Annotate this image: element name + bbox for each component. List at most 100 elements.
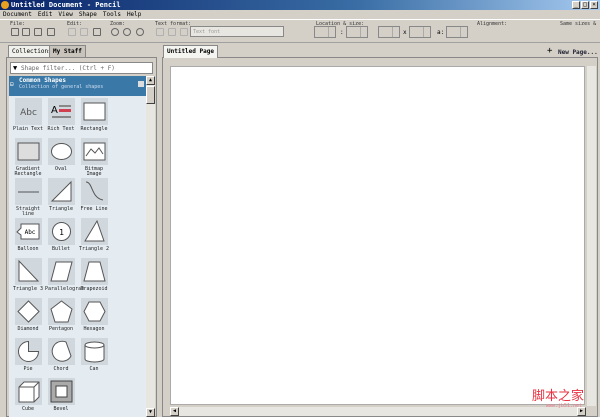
shape-item[interactable]: Bevel xyxy=(45,378,77,412)
pentagon-icon xyxy=(47,298,75,325)
zoom-fit-icon[interactable] xyxy=(111,28,119,36)
oval-icon xyxy=(47,138,75,165)
cube-icon xyxy=(14,378,42,405)
svg-text:A: A xyxy=(51,105,58,116)
shape-label: Plain Text xyxy=(12,126,44,132)
shape-item[interactable]: Free Line xyxy=(78,178,110,212)
menu-shape[interactable]: Shape xyxy=(79,10,97,19)
shape-item[interactable]: Gradient Rectangle xyxy=(12,138,44,177)
shape-label: Pie xyxy=(23,366,33,372)
shape-item[interactable]: Abc Balloon xyxy=(12,218,44,252)
shape-item[interactable]: 1 Bullet xyxy=(45,218,77,252)
italic-icon[interactable] xyxy=(168,28,176,36)
scroll-down-button[interactable]: ▼ xyxy=(146,408,155,417)
tab-untitled-page[interactable]: Untitled Page xyxy=(163,45,218,58)
new-page-button[interactable]: New Page... xyxy=(558,49,598,56)
underline-icon[interactable] xyxy=(180,28,188,36)
copy-icon[interactable] xyxy=(68,28,76,36)
shape-item[interactable]: A Rich Text xyxy=(45,98,77,132)
shape-item[interactable]: Trapezoid xyxy=(78,258,110,292)
shape-item[interactable]: Abc Plain Text xyxy=(12,98,44,132)
tab-my-staff[interactable]: My Staff xyxy=(49,45,86,57)
minimize-button[interactable]: _ xyxy=(572,1,580,9)
shape-list-scrollbar[interactable]: ▲ ▼ xyxy=(146,76,155,417)
menu-document[interactable]: Document xyxy=(3,10,32,19)
shape-label: Can xyxy=(89,366,99,372)
shape-item[interactable]: Triangle 2 xyxy=(78,218,110,252)
shape-label: Diamond xyxy=(17,326,39,332)
angle-spinner[interactable] xyxy=(446,26,468,38)
menu-edit[interactable]: Edit xyxy=(38,10,52,19)
shape-item[interactable]: Rectangle xyxy=(78,98,110,132)
app-icon xyxy=(1,1,9,9)
separator: a: xyxy=(437,29,445,36)
shape-item[interactable]: Chord xyxy=(45,338,77,372)
menu-view[interactable]: View xyxy=(58,10,72,19)
shape-item[interactable]: Hexagon xyxy=(78,298,110,332)
svg-text:1: 1 xyxy=(59,228,64,237)
collection-header[interactable]: Common Shapes Collection of general shap… xyxy=(9,76,146,96)
shape-item[interactable]: Can xyxy=(78,338,110,372)
shape-item[interactable]: Cube xyxy=(12,378,44,412)
can-icon xyxy=(80,338,108,365)
shape-item[interactable]: Diamond xyxy=(12,298,44,332)
scroll-left-button[interactable]: ◀ xyxy=(170,407,179,416)
shape-item[interactable]: Pie xyxy=(12,338,44,372)
text-format-label: Text format: xyxy=(155,21,192,27)
menu-tools[interactable]: Tools xyxy=(103,10,121,19)
height-spinner[interactable] xyxy=(409,26,431,38)
paste-icon[interactable] xyxy=(93,28,101,36)
scroll-thumb[interactable] xyxy=(146,86,155,104)
cut-icon[interactable] xyxy=(80,28,88,36)
hexagon-icon xyxy=(80,298,108,325)
print-icon[interactable] xyxy=(47,28,55,36)
scroll-up-button[interactable]: ▲ xyxy=(146,76,155,85)
shape-item[interactable]: Bitmap Image xyxy=(78,138,110,177)
title-bar: Untitled Document - Pencil xyxy=(0,0,600,10)
bullet-icon: 1 xyxy=(47,218,75,245)
shape-item[interactable]: Pentagon xyxy=(45,298,77,332)
pie-icon xyxy=(14,338,42,365)
balloon-icon: Abc xyxy=(14,218,42,245)
bevel-icon xyxy=(47,378,75,405)
rectangle-icon xyxy=(80,98,108,125)
shape-item[interactable]: Straight line xyxy=(12,178,44,217)
menu-help[interactable]: Help xyxy=(127,10,141,19)
canvas-hscrollbar[interactable]: ◀ ▶ xyxy=(170,407,586,416)
open-icon[interactable] xyxy=(22,28,30,36)
collapse-icon[interactable]: ⊟ xyxy=(10,81,14,88)
zoom-in-icon[interactable] xyxy=(123,28,131,36)
drawing-canvas[interactable] xyxy=(170,66,585,405)
add-icon[interactable]: + xyxy=(547,47,552,56)
shape-label: Hexagon xyxy=(83,326,105,332)
shape-label: Trapezoid xyxy=(80,286,108,292)
shape-item[interactable]: Triangle 3 xyxy=(12,258,44,292)
canvas-vscrollbar[interactable] xyxy=(587,66,596,406)
shape-label: Balloon xyxy=(17,246,39,252)
shape-label: Rich Text xyxy=(47,126,75,132)
file-group-label: File: xyxy=(10,21,26,27)
shape-label: Cube xyxy=(21,406,35,412)
watermark: 脚本之家 xyxy=(531,389,584,404)
x-spinner[interactable] xyxy=(314,26,336,38)
collection-menu-icon[interactable] xyxy=(138,81,144,87)
new-document-icon[interactable] xyxy=(11,28,19,36)
shape-item[interactable]: Parallelogram xyxy=(45,258,84,292)
save-icon[interactable] xyxy=(34,28,42,36)
bold-icon[interactable] xyxy=(156,28,164,36)
diamond-icon xyxy=(14,298,42,325)
shape-item[interactable]: Oval xyxy=(45,138,77,172)
svg-text:Abc: Abc xyxy=(20,108,37,118)
shape-label: Triangle 2 xyxy=(78,246,110,252)
window-title: Untitled Document - Pencil xyxy=(11,1,121,9)
maximize-button[interactable]: □ xyxy=(581,1,589,9)
zoom-out-icon[interactable] xyxy=(136,28,144,36)
shape-item[interactable]: Triangle xyxy=(45,178,77,212)
shape-filter-input[interactable]: Shape filter... (Ctrl + F) xyxy=(10,62,153,74)
width-spinner[interactable] xyxy=(378,26,400,38)
close-button[interactable]: × xyxy=(590,1,598,9)
y-spinner[interactable] xyxy=(346,26,368,38)
zoom-group-label: Zoom: xyxy=(110,21,126,27)
gradient-rectangle-icon xyxy=(14,138,42,165)
font-select[interactable]: Text font xyxy=(190,26,284,37)
